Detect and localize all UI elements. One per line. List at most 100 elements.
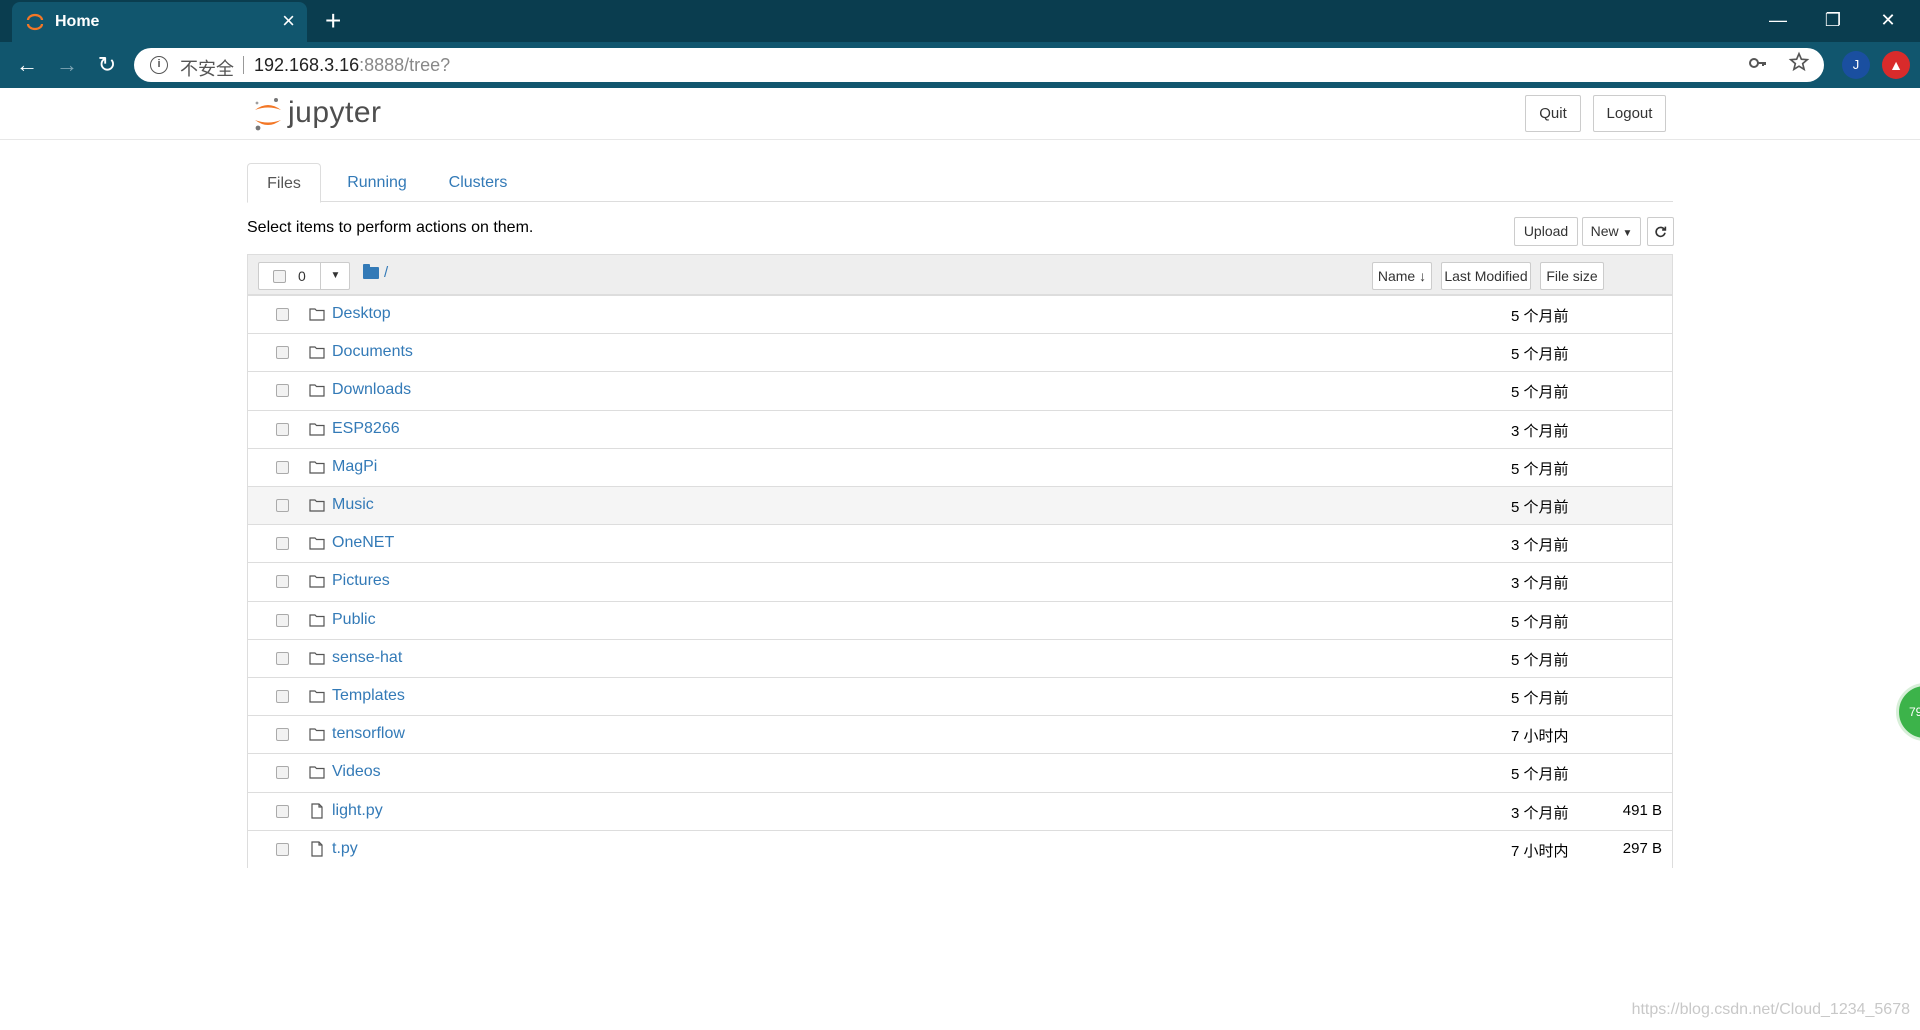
item-checkbox[interactable]	[276, 384, 289, 398]
item-checkbox[interactable]	[276, 422, 289, 436]
list-item[interactable]: OneNET 3 个月前	[248, 524, 1672, 563]
item-modified: 5 个月前	[1511, 308, 1569, 325]
item-modified: 3 个月前	[1511, 575, 1569, 593]
jupyter-logo-text: jupyter	[288, 96, 382, 129]
item-name-link[interactable]: Pictures	[332, 572, 390, 590]
item-modified: 5 个月前	[1511, 651, 1569, 669]
browser-tab-title: Home	[55, 13, 100, 30]
refresh-button[interactable]	[1647, 217, 1674, 246]
list-item[interactable]: Music 5 个月前	[248, 486, 1672, 524]
item-checkbox[interactable]	[276, 308, 289, 321]
item-checkbox[interactable]	[276, 804, 289, 818]
jupyter-header: jupyter Quit Logout	[0, 88, 1920, 140]
star-icon[interactable]	[1788, 51, 1810, 73]
folder-icon	[309, 612, 325, 628]
profile-avatar[interactable]: J	[1842, 51, 1870, 79]
sort-name-button[interactable]: Name ↓	[1372, 262, 1432, 290]
list-item[interactable]: Documents 5 个月前	[248, 333, 1672, 372]
item-name-link[interactable]: OneNET	[332, 534, 394, 552]
forward-icon[interactable]: →	[52, 50, 82, 80]
instructions-text: Select items to perform actions on them.	[247, 219, 534, 236]
list-item[interactable]: t.py 7 小时内 297 B	[248, 829, 1672, 868]
address-bar[interactable]: i 不安全 192.168.3.16:8888/tree?	[134, 48, 1824, 82]
item-checkbox[interactable]	[276, 613, 289, 627]
new-tab-icon[interactable]: +	[325, 6, 341, 36]
list-item[interactable]: Public 5 个月前	[248, 600, 1672, 639]
tab-running[interactable]: Running	[329, 163, 425, 203]
folder-icon	[309, 459, 325, 475]
extension-icon[interactable]: ▲	[1882, 51, 1910, 79]
item-checkbox[interactable]	[276, 346, 289, 360]
folder-icon	[309, 688, 325, 704]
item-name-link[interactable]: MagPi	[332, 458, 377, 476]
item-checkbox[interactable]	[276, 460, 289, 474]
list-item[interactable]: Downloads 5 个月前	[248, 371, 1672, 410]
side-widget[interactable]: 79	[1896, 683, 1920, 741]
list-item[interactable]: tensorflow 7 小时内	[248, 715, 1672, 754]
browser-tab-home[interactable]: Home ×	[12, 2, 307, 42]
select-menu-caret-icon[interactable]: ▼	[320, 263, 350, 289]
url-path: :8888/tree?	[359, 55, 451, 75]
item-name-link[interactable]: Videos	[332, 763, 381, 781]
item-name-link[interactable]: Public	[332, 611, 376, 629]
item-name-link[interactable]: sense-hat	[332, 649, 402, 667]
select-all-group[interactable]: 0 ▼	[258, 262, 350, 290]
item-checkbox[interactable]	[276, 499, 289, 512]
folder-icon	[309, 497, 325, 513]
item-modified: 5 个月前	[1511, 690, 1569, 707]
tab-close-icon[interactable]: ×	[282, 9, 295, 33]
breadcrumb-root[interactable]: /	[384, 264, 388, 281]
list-item[interactable]: Desktop 5 个月前	[248, 295, 1672, 333]
item-modified: 7 小时内	[1511, 842, 1569, 860]
list-item[interactable]: light.py 3 个月前 491 B	[248, 791, 1672, 830]
item-name-link[interactable]: t.py	[332, 840, 358, 858]
item-checkbox[interactable]	[276, 575, 289, 589]
item-name-link[interactable]: Desktop	[332, 305, 391, 323]
item-checkbox[interactable]	[276, 728, 289, 742]
info-icon[interactable]: i	[150, 56, 168, 74]
restore-icon[interactable]: ❐	[1813, 6, 1853, 34]
item-name-link[interactable]: tensorflow	[332, 725, 405, 743]
list-item[interactable]: Templates 5 个月前	[248, 677, 1672, 715]
list-item[interactable]: MagPi 5 个月前	[248, 447, 1672, 486]
item-name-link[interactable]: light.py	[332, 802, 383, 820]
reload-icon[interactable]: ↻	[92, 50, 122, 80]
minimize-icon[interactable]: —	[1758, 6, 1798, 34]
item-checkbox[interactable]	[276, 651, 289, 665]
folder-icon	[309, 535, 325, 551]
item-modified: 5 个月前	[1511, 346, 1569, 364]
sort-size-button[interactable]: File size	[1540, 262, 1604, 290]
back-icon[interactable]: ←	[12, 50, 42, 80]
window-close-icon[interactable]: ✕	[1868, 6, 1908, 34]
item-name-link[interactable]: Downloads	[332, 381, 411, 399]
security-indicator[interactable]: 不安全	[180, 55, 234, 81]
upload-button[interactable]: Upload	[1514, 217, 1578, 246]
select-all-checkbox[interactable]	[273, 270, 286, 283]
quit-button[interactable]: Quit	[1525, 95, 1581, 132]
item-checkbox[interactable]	[276, 766, 289, 780]
item-name-link[interactable]: Music	[332, 496, 374, 514]
tab-files[interactable]: Files	[247, 163, 321, 203]
item-name-link[interactable]: Templates	[332, 687, 405, 705]
item-modified: 7 小时内	[1511, 728, 1569, 746]
jupyter-favicon-icon	[26, 13, 44, 31]
refresh-icon	[1655, 226, 1667, 238]
new-dropdown-button[interactable]: New ▼	[1582, 217, 1641, 246]
list-item[interactable]: sense-hat 5 个月前	[248, 638, 1672, 677]
item-checkbox[interactable]	[276, 537, 289, 551]
list-item[interactable]: ESP8266 3 个月前	[248, 409, 1672, 448]
url-text[interactable]: 192.168.3.16:8888/tree?	[254, 55, 450, 76]
logout-button[interactable]: Logout	[1593, 95, 1666, 132]
watermark-text: https://blog.csdn.net/Cloud_1234_5678	[1631, 1001, 1910, 1018]
folder-icon	[309, 726, 325, 742]
item-checkbox[interactable]	[276, 842, 289, 856]
tab-clusters[interactable]: Clusters	[433, 163, 523, 203]
list-item[interactable]: Videos 5 个月前	[248, 753, 1672, 792]
item-checkbox[interactable]	[276, 690, 289, 703]
item-name-link[interactable]: Documents	[332, 343, 413, 361]
list-item[interactable]: Pictures 3 个月前	[248, 562, 1672, 601]
key-icon[interactable]	[1748, 53, 1768, 73]
sort-modified-button[interactable]: Last Modified	[1441, 262, 1531, 290]
item-name-link[interactable]: ESP8266	[332, 420, 400, 438]
item-modified: 3 个月前	[1511, 804, 1569, 822]
